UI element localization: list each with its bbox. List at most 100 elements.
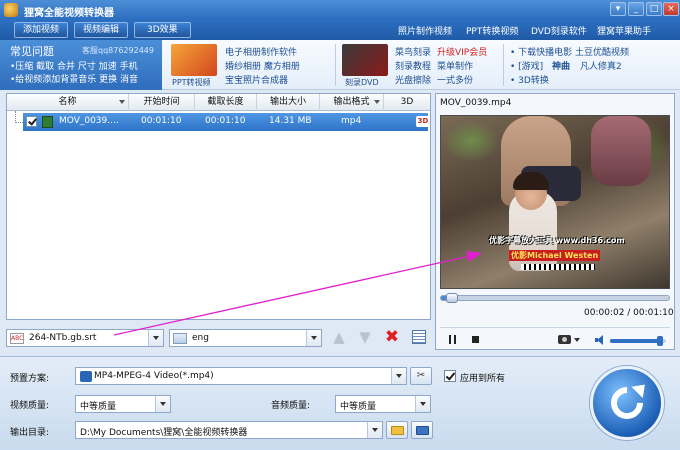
chevron-down-icon[interactable] [306, 330, 321, 346]
faq-title[interactable]: 常见问题 [10, 43, 54, 59]
ppt-promo-icon[interactable] [171, 44, 217, 76]
video-frame-figure [591, 116, 651, 186]
subtitle-overlay-line1: 优影字幕放大工具 www.dh36.com [489, 236, 625, 245]
file-list-header: 名称 开始时间 截取长度 输出大小 输出格式 3D [7, 94, 430, 111]
promo-link[interactable]: • [游戏] [510, 59, 543, 72]
main-toolbar: 添加视频 视频编辑 3D效果 照片制作视频 PPT转换视频 DVD刻录软件 狸窝… [0, 20, 680, 40]
apply-all-checkbox[interactable] [444, 370, 456, 382]
title-bar: 狸窝全能视频转换器 ▾ _ □ × [0, 0, 680, 20]
convert-button[interactable] [590, 366, 664, 440]
time-display: 00:00:02 / 00:01:10 [584, 308, 674, 318]
col-start-time[interactable]: 开始时间 [129, 94, 195, 111]
menu-icon[interactable]: ▾ [610, 2, 626, 16]
faq-links-line1[interactable]: •压缩 截取 合并 尺寸 加速 手机 [10, 59, 138, 72]
seek-handle[interactable] [446, 293, 458, 303]
dvd-promo-caption[interactable]: 刻录DVD [345, 77, 379, 88]
volume-slider[interactable] [610, 336, 666, 346]
open-folder-button[interactable] [411, 421, 433, 439]
promo-link[interactable]: 神曲 [552, 59, 570, 72]
col-name[interactable]: 名称 [7, 94, 129, 111]
col-3d[interactable]: 3D [384, 94, 430, 111]
minimize-button[interactable]: _ [628, 2, 644, 16]
preset-label: 预置方案: [10, 374, 50, 384]
dvd-promo-icon[interactable] [342, 44, 388, 76]
volume-handle[interactable] [657, 336, 663, 346]
chevron-down-icon[interactable] [574, 338, 580, 342]
col-clip-length[interactable]: 截取长度 [195, 94, 257, 111]
preset-select[interactable]: MP4-MPEG-4 Video(*.mp4) [75, 367, 407, 385]
seek-bar[interactable] [440, 293, 670, 303]
faq-panel: 常见问题 客服qq876292449 •压缩 截取 合并 尺寸 加速 手机 •给… [0, 40, 162, 90]
row-output-format: mp4 [341, 116, 362, 126]
video-preview[interactable]: 优影字幕放大工具 www.dh36.com 优影Michael Westen [440, 115, 670, 289]
audio-quality-label: 音频质量: [271, 401, 311, 411]
add-video-button[interactable]: 添加视频 [14, 22, 69, 38]
col-output-format[interactable]: 输出格式 [320, 94, 384, 111]
promo-link[interactable]: 菜单制作 [437, 59, 473, 72]
divider [503, 44, 504, 86]
chevron-down-icon[interactable] [415, 396, 430, 412]
badge-3d-icon[interactable]: 3D [416, 116, 430, 127]
ppt-promo-caption[interactable]: PPT转视频 [172, 77, 211, 88]
promo-link[interactable]: 婚纱相册 魔方相册 [225, 59, 300, 72]
table-row[interactable]: MOV_0039.... 00:01:10 00:01:10 14.31 MB … [23, 113, 430, 131]
promo-link[interactable]: • 下载快播电影 土豆优酷视频 [510, 45, 629, 58]
effect-3d-button[interactable]: 3D效果 [134, 22, 191, 38]
close-button[interactable]: × [663, 2, 679, 16]
promo-link[interactable]: 菜鸟刻录 [395, 45, 431, 58]
tree-connector [15, 111, 23, 123]
faq-links-line2[interactable]: •给视频添加背景音乐 更换 消音 [10, 72, 138, 85]
vip-upgrade-link[interactable]: 升级VIP会员 [437, 45, 487, 58]
output-dir-select[interactable]: D:\My Documents\狸窝\全能视频转换器 [75, 421, 383, 439]
video-quality-label: 视频质量: [10, 401, 50, 411]
folder-icon [391, 426, 404, 435]
stop-icon[interactable] [472, 336, 479, 343]
apple-helper-link[interactable]: 狸窝苹果助手 [597, 24, 651, 37]
photo-to-video-link[interactable]: 照片制作视频 [398, 24, 452, 37]
browse-folder-button[interactable] [386, 421, 408, 439]
preset-value: MP4-MPEG-4 Video(*.mp4) [94, 371, 214, 381]
volume-icon[interactable] [595, 335, 605, 345]
move-down-icon[interactable]: ▼ [356, 328, 374, 346]
move-up-icon[interactable]: ▲ [330, 328, 348, 346]
divider [335, 44, 336, 86]
snapshot-camera-icon[interactable] [558, 335, 571, 344]
audio-quality-value: 中等质量 [340, 402, 377, 412]
mp4-format-icon [80, 371, 92, 382]
clear-list-icon[interactable] [412, 330, 426, 344]
video-quality-select[interactable]: 中等质量 [75, 395, 171, 413]
ppt-to-video-link[interactable]: PPT转换视频 [466, 24, 518, 37]
promo-link[interactable]: • 3D转换 [510, 73, 549, 86]
promo-link[interactable]: 凡人修真2 [580, 59, 622, 72]
promo-link[interactable]: 电子相册制作软件 [225, 45, 297, 58]
audio-quality-select[interactable]: 中等质量 [335, 395, 431, 413]
chevron-down-icon[interactable] [148, 330, 163, 346]
apply-all-label[interactable]: 应用到所有 [460, 371, 505, 384]
promo-link[interactable]: 一式多份 [437, 73, 473, 86]
subtitle-overlay-line3 [521, 264, 595, 270]
subtitle-icon: ABC [10, 333, 24, 344]
volume-fill [610, 339, 663, 343]
video-file-icon [42, 116, 53, 128]
col-output-size[interactable]: 输出大小 [257, 94, 320, 111]
chevron-down-icon[interactable] [391, 368, 406, 384]
window-title: 狸窝全能视频转换器 [24, 8, 114, 19]
pause-icon[interactable] [449, 335, 456, 344]
chevron-down-icon[interactable] [367, 422, 382, 438]
row-checkbox[interactable] [26, 116, 37, 127]
audio-track-select[interactable]: eng [169, 329, 322, 347]
promo-link[interactable]: 刻录教程 [395, 59, 431, 72]
preset-settings-button[interactable]: ✂ [410, 367, 432, 385]
open-folder-icon [416, 426, 429, 435]
audio-track-icon [173, 333, 187, 344]
maximize-button[interactable]: □ [646, 2, 662, 16]
dvd-burner-link[interactable]: DVD刻录软件 [531, 24, 587, 37]
promo-link[interactable]: 宝宝照片合成器 [225, 73, 288, 86]
row-clip-length: 00:01:10 [205, 116, 246, 126]
subtitle-select[interactable]: ABC 264-NTb.gb.srt [6, 329, 164, 347]
edit-video-button[interactable]: 视频编辑 [74, 22, 129, 38]
delete-icon[interactable]: ✖ [383, 328, 401, 346]
chevron-down-icon[interactable] [155, 396, 170, 412]
promo-link[interactable]: 光盘擦除 [395, 73, 431, 86]
preview-title: MOV_0039.mp4 [440, 98, 512, 108]
